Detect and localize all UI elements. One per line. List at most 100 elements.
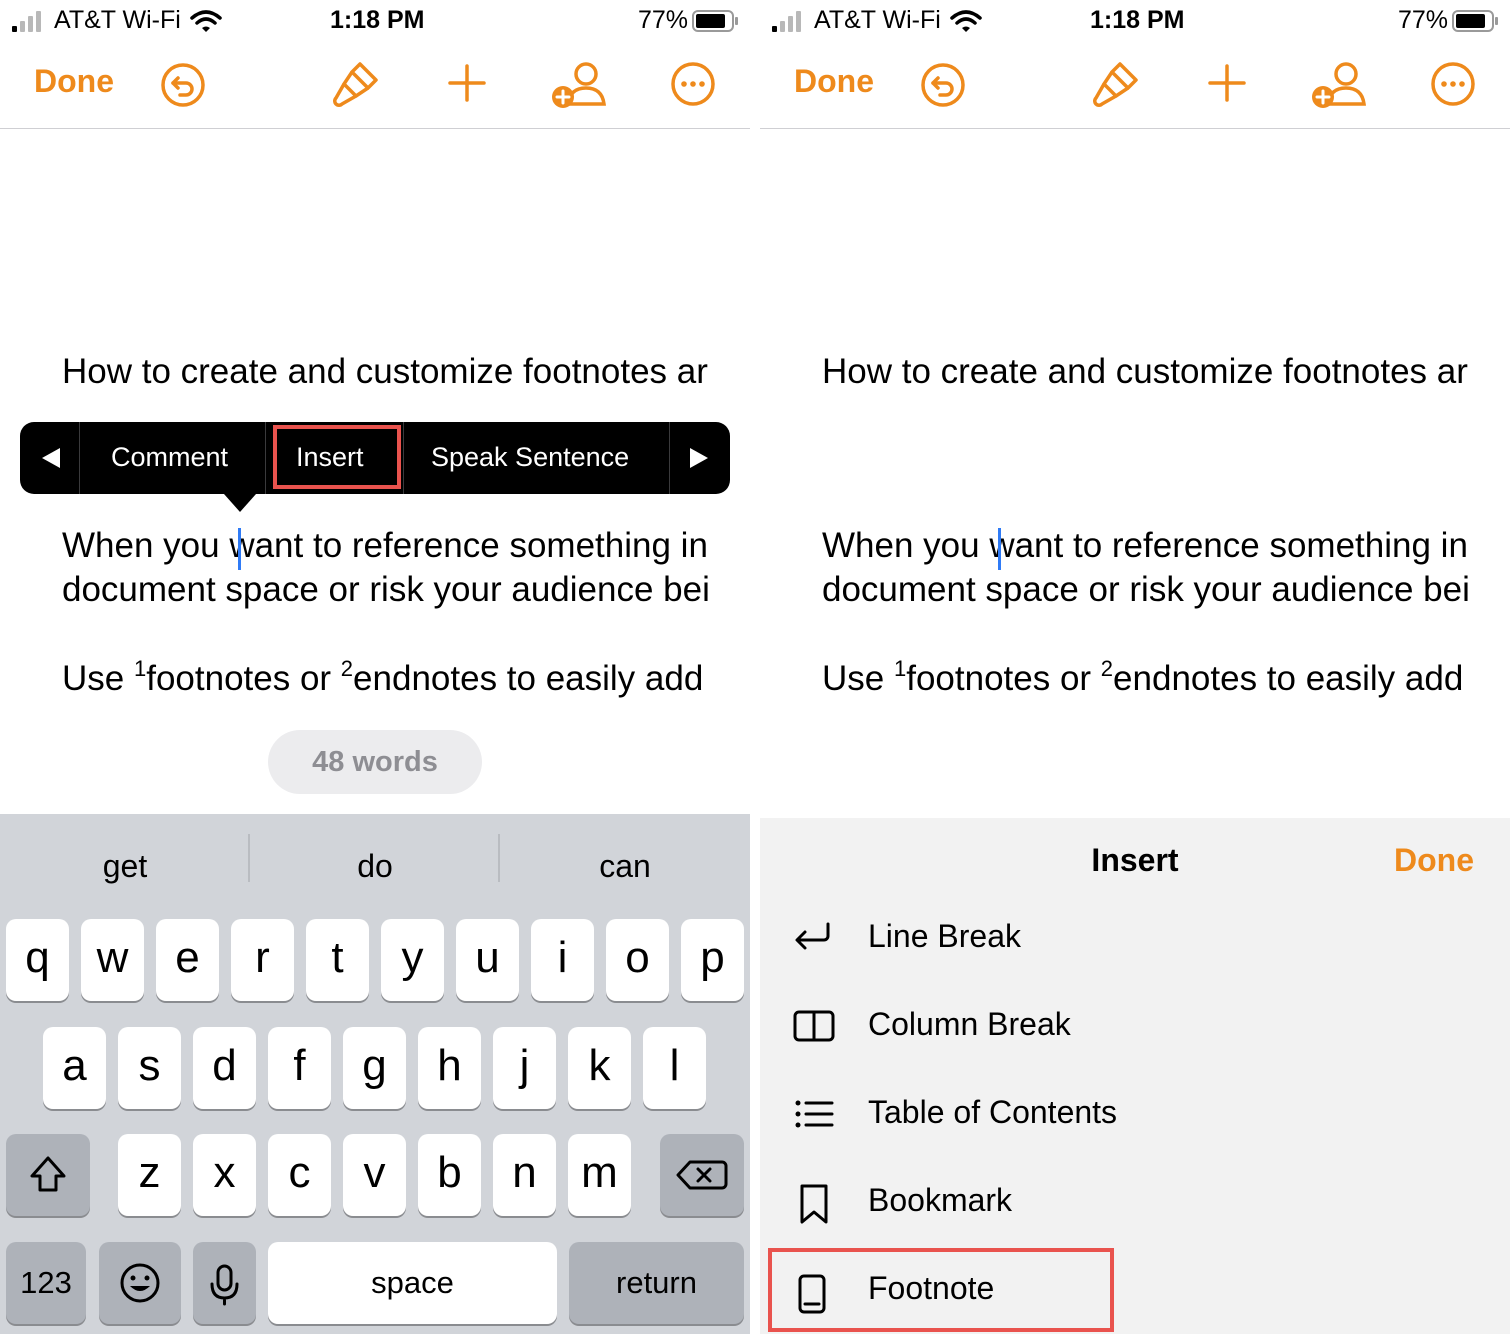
footnote-marker[interactable]: 1: [894, 656, 906, 681]
line-break-icon: [795, 922, 830, 950]
key-f[interactable]: f: [268, 1027, 331, 1109]
emoji-icon: [120, 1263, 160, 1303]
insert-line-break[interactable]: Line Break: [768, 898, 1510, 978]
doc-paragraph-line[interactable]: Use 1footnotes or 2endnotes to easily ad…: [822, 656, 1463, 699]
doc-paragraph-line[interactable]: document space or risk your audience bei: [822, 570, 1470, 610]
insert-item-label: Column Break: [868, 1006, 1071, 1042]
insert-footnote[interactable]: Footnote: [768, 1248, 1114, 1332]
collaborate-icon[interactable]: [1310, 60, 1368, 110]
insert-table-of-contents[interactable]: Table of Contents: [768, 1074, 1510, 1154]
menu-previous-arrow-icon[interactable]: [20, 422, 80, 494]
footnote-marker[interactable]: 1: [134, 656, 146, 681]
key-t[interactable]: t: [306, 919, 369, 1001]
key-u[interactable]: u: [456, 919, 519, 1001]
key-m[interactable]: m: [568, 1134, 631, 1216]
endnote-marker[interactable]: 2: [1101, 656, 1113, 681]
endnote-marker[interactable]: 2: [341, 656, 353, 681]
doc-text: footnotes or: [906, 659, 1101, 698]
key-r[interactable]: r: [231, 919, 294, 1001]
plus-icon[interactable]: [448, 64, 486, 102]
insert-item-label: Table of Contents: [868, 1094, 1118, 1130]
key-k[interactable]: k: [568, 1027, 631, 1109]
insert-bookmark[interactable]: Bookmark: [768, 1162, 1510, 1242]
delete-key[interactable]: [660, 1134, 744, 1216]
doc-text: endnotes to easily add: [353, 659, 704, 698]
key-j[interactable]: j: [493, 1027, 556, 1109]
return-key[interactable]: return: [569, 1242, 744, 1324]
wifi-icon: [950, 10, 982, 32]
key-w[interactable]: w: [81, 919, 144, 1001]
doc-paragraph-line[interactable]: When you want to reference something in: [62, 526, 708, 566]
plus-icon[interactable]: [1208, 64, 1246, 102]
key-o[interactable]: o: [606, 919, 669, 1001]
doc-text-before-cursor: When you: [822, 526, 990, 565]
key-g[interactable]: g: [343, 1027, 406, 1109]
text-cursor: [998, 528, 1001, 570]
list-icon: [795, 1100, 834, 1128]
key-b[interactable]: b: [418, 1134, 481, 1216]
battery-percent: 77%: [1398, 6, 1449, 34]
key-z[interactable]: z: [118, 1134, 181, 1216]
doc-text: Use: [62, 659, 134, 698]
shift-key[interactable]: [6, 1134, 90, 1216]
key-q[interactable]: q: [6, 919, 69, 1001]
format-brush-icon[interactable]: [1092, 58, 1142, 110]
done-button[interactable]: Done: [794, 63, 874, 100]
doc-title-line[interactable]: How to create and customize footnotes ar: [62, 352, 708, 392]
format-brush-icon[interactable]: [332, 58, 382, 110]
doc-text: endnotes to easily add: [1113, 659, 1464, 698]
key-n[interactable]: n: [493, 1134, 556, 1216]
menu-separator: [79, 422, 80, 494]
menu-item-comment[interactable]: Comment: [111, 442, 228, 473]
doc-paragraph-line[interactable]: When you want to reference something in: [822, 526, 1468, 566]
insert-column-break[interactable]: Column Break: [768, 986, 1510, 1066]
done-button[interactable]: Done: [34, 63, 114, 100]
undo-icon[interactable]: [160, 62, 206, 108]
doc-text: Use: [822, 659, 894, 698]
menu-separator: [265, 422, 266, 494]
key-h[interactable]: h: [418, 1027, 481, 1109]
key-e[interactable]: e: [156, 919, 219, 1001]
carrier-label: AT&T Wi-Fi: [54, 6, 181, 34]
doc-title-line[interactable]: How to create and customize footnotes ar: [822, 352, 1468, 392]
key-a[interactable]: a: [43, 1027, 106, 1109]
menu-next-arrow-icon[interactable]: [670, 422, 730, 494]
keyboard: get do can q w e r t y u i o p a s d f g…: [0, 814, 750, 1334]
key-v[interactable]: v: [343, 1134, 406, 1216]
cell-signal-icon: [772, 11, 801, 32]
collaborate-icon[interactable]: [550, 60, 608, 110]
key-d[interactable]: d: [193, 1027, 256, 1109]
key-p[interactable]: p: [681, 919, 744, 1001]
key-c[interactable]: c: [268, 1134, 331, 1216]
menu-item-speak-sentence[interactable]: Speak Sentence: [431, 442, 629, 473]
suggestion-can[interactable]: can: [500, 848, 750, 885]
emoji-key[interactable]: [99, 1242, 181, 1324]
suggestion-get[interactable]: get: [0, 848, 250, 885]
numbers-key[interactable]: 123: [6, 1242, 86, 1324]
key-x[interactable]: x: [193, 1134, 256, 1216]
menu-item-insert[interactable]: Insert: [296, 442, 364, 473]
insert-sheet: Insert Done Line Break Column Break Tabl…: [760, 818, 1510, 1334]
more-icon[interactable]: [670, 61, 716, 107]
insert-item-label: Footnote: [868, 1270, 995, 1306]
battery-percent: 77%: [638, 6, 689, 34]
key-y[interactable]: y: [381, 919, 444, 1001]
doc-text-before-cursor: When you: [62, 526, 230, 565]
suggestion-do[interactable]: do: [250, 848, 500, 885]
doc-text-after-cursor: want to reference something in: [229, 526, 708, 565]
word-count-pill[interactable]: 48 words: [268, 730, 482, 794]
key-i[interactable]: i: [531, 919, 594, 1001]
toolbar-divider: [760, 128, 1510, 129]
doc-paragraph-line[interactable]: Use 1footnotes or 2endnotes to easily ad…: [62, 656, 703, 699]
key-s[interactable]: s: [118, 1027, 181, 1109]
more-icon[interactable]: [1430, 61, 1476, 107]
sheet-done-button[interactable]: Done: [1394, 842, 1474, 879]
menu-pointer: [224, 494, 256, 512]
battery-icon: [692, 10, 738, 32]
dictation-key[interactable]: [193, 1242, 256, 1324]
doc-paragraph-line[interactable]: document space or risk your audience bei: [62, 570, 710, 610]
insert-item-label: Line Break: [868, 918, 1021, 954]
undo-icon[interactable]: [920, 62, 966, 108]
key-l[interactable]: l: [643, 1027, 706, 1109]
space-key[interactable]: space: [268, 1242, 557, 1324]
